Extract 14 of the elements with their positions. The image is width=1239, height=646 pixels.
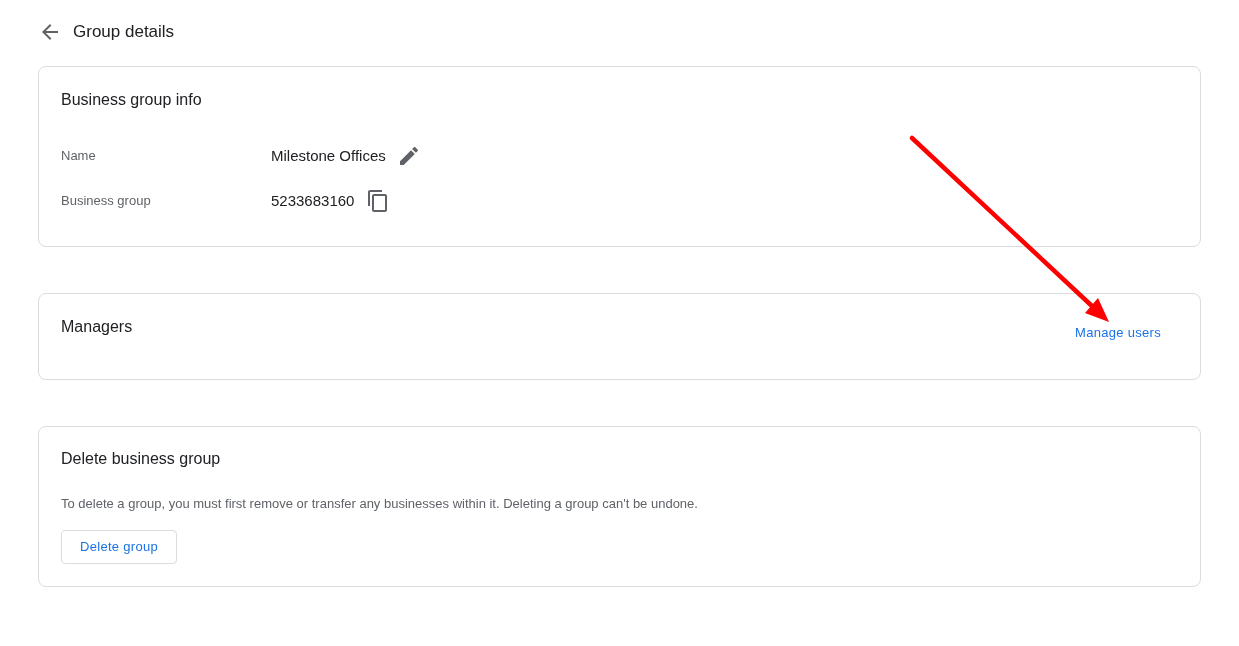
manage-users-link[interactable]: Manage users [1075,324,1161,342]
page-title: Group details [73,21,175,43]
delete-group-button[interactable]: Delete group [61,530,177,564]
card-title: Delete business group [61,449,222,469]
delete-description: To delete a group, you must first remove or transfer any businesses within it. Deleting a group can't be undone. [61,495,699,513]
field-value: Milestone Offices [271,145,386,166]
field-label: Business group [61,191,152,210]
field-value: 5233683160 [271,190,355,211]
copy-icon[interactable] [368,189,388,212]
pencil-icon[interactable] [399,146,418,165]
card-title: Managers [61,317,133,337]
field-label: Name [61,146,97,165]
back-arrow-icon[interactable] [42,24,58,40]
card-title: Business group info [61,90,203,110]
